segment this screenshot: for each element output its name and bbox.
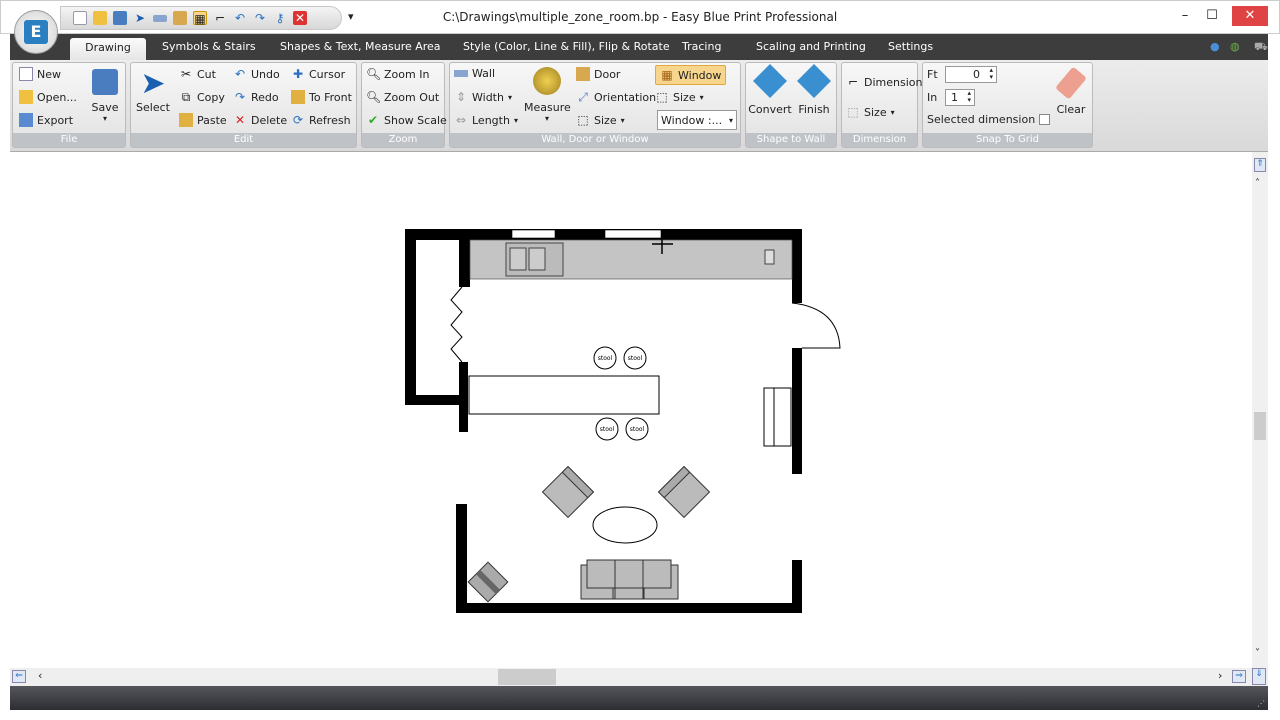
app-menu-button[interactable]: E (14, 10, 58, 54)
wall-right-middle (792, 348, 802, 474)
wall-top (405, 229, 802, 240)
stool-label: stool (628, 355, 643, 362)
sink-basin (528, 247, 546, 271)
scroll-down-arrow[interactable]: ˅ (1255, 648, 1260, 659)
wall-bottom (456, 603, 802, 613)
coffee-table (592, 506, 658, 544)
status-bar: ⋰ (10, 686, 1268, 710)
vertical-scroll-thumb[interactable] (1254, 412, 1266, 440)
kitchen-island (468, 375, 660, 415)
resize-grip-icon[interactable]: ⋰ (1257, 699, 1265, 708)
page-right-icon[interactable]: ⇒ (1232, 670, 1246, 683)
stool-label: stool (630, 426, 645, 433)
page-up-icon[interactable]: ⇑ (1254, 158, 1266, 172)
door-swing (791, 302, 841, 349)
floor-plan[interactable]: stool stool stool stool (0, 0, 1280, 720)
sink-basin (509, 247, 527, 271)
corner-unit (467, 561, 509, 603)
armchair-left (541, 465, 595, 519)
window-2 (604, 229, 662, 239)
counter-appliance (764, 249, 775, 265)
window-1 (511, 229, 556, 239)
scroll-right-arrow[interactable]: › (1218, 669, 1222, 682)
scroll-up-arrow[interactable]: ˄ (1255, 178, 1260, 189)
app-logo: E (24, 20, 48, 44)
horizontal-scroll-thumb[interactable] (498, 669, 556, 685)
wall-closet-left (405, 229, 416, 405)
horizontal-scrollbar[interactable]: ⇐ ‹ › ⇒ ⇓ (10, 668, 1268, 686)
wall-left-lower (456, 504, 467, 613)
range-stove (763, 387, 792, 447)
page-down-icon[interactable]: ⇓ (1252, 668, 1266, 685)
bifold-door (450, 286, 463, 363)
sofa (580, 559, 679, 600)
scroll-left-arrow[interactable]: ‹ (38, 669, 42, 682)
wall-right-upper (792, 229, 802, 303)
wall-inner-upper (459, 240, 470, 287)
armchair-right (657, 465, 711, 519)
stool-label: stool (598, 355, 613, 362)
stool-label: stool (600, 426, 615, 433)
wall-inner-lower (459, 362, 468, 432)
wall-closet-bottom (405, 395, 468, 405)
page-left-icon[interactable]: ⇐ (12, 670, 26, 683)
vertical-scrollbar[interactable]: ⇑ ˄ ˅ (1252, 152, 1268, 668)
